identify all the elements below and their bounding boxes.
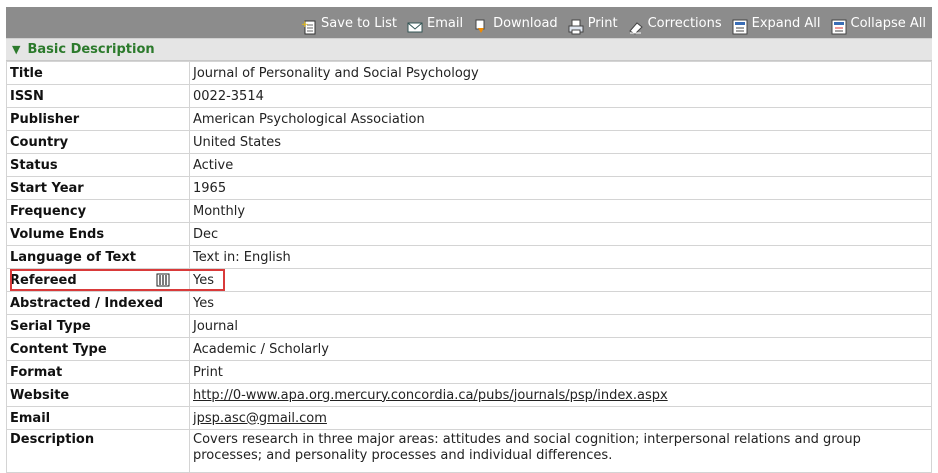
- table-row: Publisher American Psychological Associat…: [6, 107, 932, 131]
- row-label: ISSN: [6, 84, 190, 108]
- row-value: Active: [189, 153, 932, 177]
- row-label: Status: [6, 153, 190, 177]
- row-value: Yes: [189, 291, 932, 315]
- email-button[interactable]: Email: [407, 6, 463, 39]
- details-table: Title Journal of Personality and Social P…: [6, 61, 932, 473]
- row-value: Dec: [189, 222, 932, 246]
- row-label: Format: [6, 360, 190, 384]
- row-value: 0022-3514: [189, 84, 932, 108]
- row-label: Description: [6, 429, 190, 473]
- expand-all-button[interactable]: Expand All: [732, 6, 821, 39]
- refereed-label-cell: Refereed: [6, 268, 190, 292]
- download-label: Download: [493, 16, 558, 31]
- expand-icon: [732, 16, 748, 34]
- row-value: Text in: English: [189, 245, 932, 269]
- row-label: Publisher: [6, 107, 190, 131]
- row-label: Country: [6, 130, 190, 154]
- row-value: http://0-www.apa.org.mercury.concordia.c…: [189, 383, 932, 407]
- row-value: United States: [189, 130, 932, 154]
- table-row: Title Journal of Personality and Social P…: [6, 61, 932, 85]
- download-button[interactable]: Download: [473, 6, 558, 39]
- table-row: Frequency Monthly: [6, 199, 932, 223]
- row-value: Journal: [189, 314, 932, 338]
- section-title: Basic Description: [27, 42, 155, 57]
- table-row: Refereed Yes: [6, 268, 932, 292]
- row-label: Email: [6, 406, 190, 430]
- website-link[interactable]: http://0-www.apa.org.mercury.concordia.c…: [193, 388, 668, 403]
- row-label: Start Year: [6, 176, 190, 200]
- download-arrow-icon: [473, 16, 489, 33]
- envelope-icon: [407, 16, 423, 32]
- collapse-all-button[interactable]: Collapse All: [831, 6, 927, 39]
- row-value: Print: [189, 360, 932, 384]
- table-row: Start Year 1965: [6, 176, 932, 200]
- corrections-label: Corrections: [647, 16, 722, 31]
- row-value: 1965: [189, 176, 932, 200]
- basic-description-header[interactable]: ▼ Basic Description: [6, 38, 932, 61]
- table-row: Content Type Academic / Scholarly: [6, 337, 932, 361]
- printer-icon: [568, 16, 584, 34]
- row-label: Content Type: [6, 337, 190, 361]
- row-value: jpsp.asc@gmail.com: [189, 406, 932, 430]
- collapse-all-label: Collapse All: [850, 16, 927, 31]
- table-row: Language of Text Text in: English: [6, 245, 932, 269]
- svg-text:+: +: [301, 20, 309, 30]
- collapse-triangle-icon[interactable]: ▼: [12, 43, 20, 56]
- add-document-icon: +: [301, 16, 317, 34]
- table-row: ISSN 0022-3514: [6, 84, 932, 108]
- row-value: American Psychological Association: [189, 107, 932, 131]
- expand-all-label: Expand All: [751, 16, 821, 31]
- table-row: Country United States: [6, 130, 932, 154]
- refereed-icon[interactable]: [156, 273, 170, 287]
- row-label: Website: [6, 383, 190, 407]
- row-label: Frequency: [6, 199, 190, 223]
- row-value: Academic / Scholarly: [189, 337, 932, 361]
- table-row: Status Active: [6, 153, 932, 177]
- table-row: Email jpsp.asc@gmail.com: [6, 406, 932, 430]
- table-row: Serial Type Journal: [6, 314, 932, 338]
- row-value: Covers research in three major areas: at…: [189, 429, 932, 473]
- action-toolbar: + Save to List Email Download Print Corr…: [6, 7, 932, 38]
- table-row: Description Covers research in three majo…: [6, 429, 932, 473]
- row-label: Language of Text: [6, 245, 190, 269]
- row-value: Monthly: [189, 199, 932, 223]
- row-label: Title: [6, 61, 190, 85]
- print-label: Print: [587, 16, 618, 31]
- table-row: Website http://0-www.apa.org.mercury.conc…: [6, 383, 932, 407]
- save-to-list-label: Save to List: [321, 16, 397, 31]
- row-value: Yes: [189, 268, 932, 292]
- table-row: Volume Ends Dec: [6, 222, 932, 246]
- collapse-icon: [831, 16, 847, 34]
- table-row: Format Print: [6, 360, 932, 384]
- row-label: Abstracted / Indexed: [6, 291, 190, 315]
- email-link[interactable]: jpsp.asc@gmail.com: [193, 411, 327, 426]
- print-button[interactable]: Print: [568, 6, 618, 39]
- email-label: Email: [426, 16, 464, 31]
- table-row: Abstracted / Indexed Yes: [6, 291, 932, 315]
- row-label: Refereed: [10, 272, 77, 288]
- row-label: Serial Type: [6, 314, 190, 338]
- save-to-list-button[interactable]: + Save to List: [301, 6, 397, 39]
- corrections-button[interactable]: Corrections: [628, 6, 722, 39]
- row-value: Journal of Personality and Social Psycho…: [189, 61, 932, 85]
- row-label: Volume Ends: [6, 222, 190, 246]
- eraser-icon: [628, 16, 644, 35]
